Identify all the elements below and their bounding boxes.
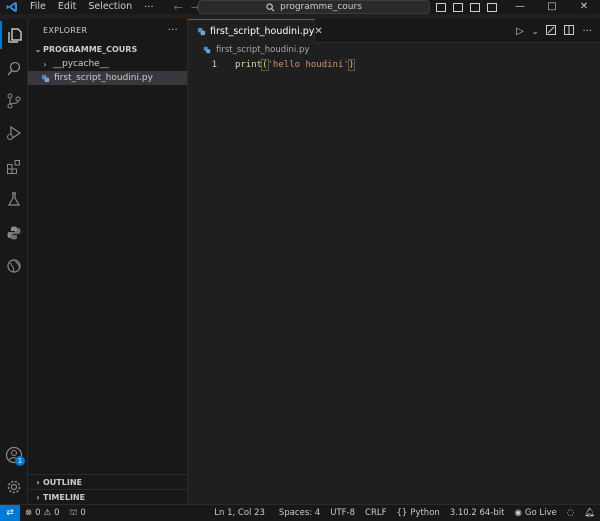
python-file-icon: [202, 45, 212, 55]
remote-indicator-icon[interactable]: ⇄: [0, 504, 20, 521]
code-editor[interactable]: 1 print('hello houdini'): [188, 56, 600, 504]
language-label: Python: [410, 508, 440, 518]
outline-label: OUTLINE: [43, 477, 82, 487]
python-file-icon: [40, 73, 50, 83]
extensions-icon[interactable]: [0, 153, 28, 181]
indentation-status[interactable]: Spaces: 4: [274, 508, 325, 518]
menu-more-button[interactable]: ···: [138, 2, 160, 13]
line-number: 1: [211, 60, 217, 70]
broadcast-icon: ◉: [514, 508, 522, 518]
eol-status[interactable]: CRLF: [360, 508, 391, 518]
folder-section-header[interactable]: ⌄ PROGRAMME_COURS: [28, 41, 187, 57]
ports-count: 0: [80, 508, 86, 518]
explorer-header: EXPLORER ···: [28, 19, 187, 41]
tree-item-label: first_script_houdini.py: [54, 73, 153, 83]
python-file-icon: [197, 27, 206, 37]
outline-section-header[interactable]: › OUTLINE: [28, 474, 188, 489]
language-mode[interactable]: {} Python: [391, 508, 444, 518]
timeline-section-header[interactable]: › TIMELINE: [28, 489, 188, 504]
notifications-bell-icon[interactable]: 🔔︎: [579, 508, 600, 518]
cursor-position[interactable]: Ln 1, Col 23: [209, 508, 270, 518]
python-interpreter[interactable]: 3.10.2 64-bit: [445, 508, 510, 518]
warning-icon: ⚠: [43, 508, 52, 518]
accounts-badge: 1: [15, 456, 25, 466]
tab-first-script-houdini[interactable]: first_script_houdini.py ✕: [188, 19, 323, 43]
tab-label: first_script_houdini.py: [210, 26, 315, 37]
run-debug-icon[interactable]: [0, 119, 28, 147]
close-tab-icon[interactable]: ✕: [314, 26, 322, 37]
split-editor-icon[interactable]: [564, 24, 575, 38]
search-icon: [266, 2, 275, 11]
editor-tab-bar: first_script_houdini.py ✕ ▷ ⌄ ···: [188, 19, 600, 43]
tree-item-label: __pycache__: [53, 59, 109, 69]
minimize-button[interactable]: —: [504, 0, 536, 14]
explorer-icon[interactable]: [0, 21, 28, 49]
run-dropdown-chevron-icon[interactable]: ⌄: [532, 27, 539, 36]
command-center-search[interactable]: programme_cours: [198, 0, 430, 14]
encoding-status[interactable]: UTF-8: [325, 508, 360, 518]
code-line[interactable]: 1 print('hello houdini'): [188, 58, 356, 72]
code-function: print: [235, 60, 263, 70]
explorer-more-button[interactable]: ···: [168, 25, 178, 36]
braces-icon: {}: [396, 508, 408, 518]
menu-file[interactable]: File: [24, 0, 52, 14]
tree-item-first-script[interactable]: first_script_houdini.py: [28, 71, 187, 85]
manage-gear-icon[interactable]: [0, 473, 28, 501]
back-arrow-icon[interactable]: ←: [174, 1, 183, 14]
status-bar: ⇄ ⊗ 0 ⚠ 0 ⛫ 0 Ln 1, Col 23 Spaces: 4 UTF…: [0, 504, 600, 521]
code-text[interactable]: print('hello houdini'): [235, 59, 356, 71]
title-bar: File Edit Selection ··· ← → programme_co…: [0, 0, 600, 14]
command-center-label: programme_cours: [280, 2, 362, 12]
run-file-icon[interactable]: ▷: [516, 26, 524, 37]
remote-explorer-globe-icon[interactable]: [0, 252, 28, 280]
python-icon[interactable]: [0, 219, 28, 247]
go-live-button[interactable]: ◉ Go Live: [510, 508, 562, 518]
source-control-icon[interactable]: [0, 87, 28, 115]
error-icon: ⊗: [25, 508, 33, 518]
toggle-primary-sidebar-icon[interactable]: [436, 2, 446, 12]
activity-bar: 1: [0, 19, 28, 504]
go-live-label: Go Live: [524, 508, 557, 518]
chevron-down-icon: ⌄: [34, 44, 42, 54]
explorer-title: EXPLORER: [43, 25, 88, 35]
open-changes-icon[interactable]: [546, 24, 557, 38]
vscode-logo-icon: [0, 0, 24, 14]
menu-selection[interactable]: Selection: [82, 0, 138, 14]
ports-icon: ⛫: [69, 507, 78, 518]
folder-name: PROGRAMME_COURS: [43, 44, 138, 54]
customize-layout-icon[interactable]: [487, 2, 497, 12]
explorer-sidebar: EXPLORER ··· ⌄ PROGRAMME_COURS › __pycac…: [28, 19, 188, 504]
code-string: 'hello houdini': [267, 60, 349, 70]
testing-flask-icon[interactable]: [0, 185, 28, 213]
tree-item-pycache[interactable]: › __pycache__: [28, 57, 187, 71]
error-count: 0: [35, 508, 41, 518]
chevron-right-icon: ›: [36, 477, 40, 487]
breadcrumb-file[interactable]: first_script_houdini.py: [216, 45, 309, 55]
more-actions-button[interactable]: ···: [582, 26, 592, 37]
breadcrumb[interactable]: first_script_houdini.py: [188, 43, 600, 56]
close-window-button[interactable]: ✕: [568, 0, 600, 14]
search-icon[interactable]: [0, 55, 28, 83]
chevron-right-icon: ›: [36, 492, 40, 502]
toggle-panel-icon[interactable]: [453, 2, 463, 12]
timeline-label: TIMELINE: [43, 492, 86, 502]
maximize-button[interactable]: □: [536, 0, 568, 14]
toggle-secondary-sidebar-icon[interactable]: [470, 2, 480, 12]
ports-status[interactable]: ⛫ 0: [65, 508, 91, 519]
warning-count: 0: [54, 508, 60, 518]
menu-edit[interactable]: Edit: [52, 0, 82, 14]
chevron-right-icon: ›: [43, 59, 47, 69]
loading-spinner-icon: ◌: [566, 508, 575, 518]
code-close-paren: ): [347, 59, 356, 71]
problems-status[interactable]: ⊗ 0 ⚠ 0: [20, 508, 65, 518]
accounts-icon[interactable]: 1: [0, 441, 28, 469]
